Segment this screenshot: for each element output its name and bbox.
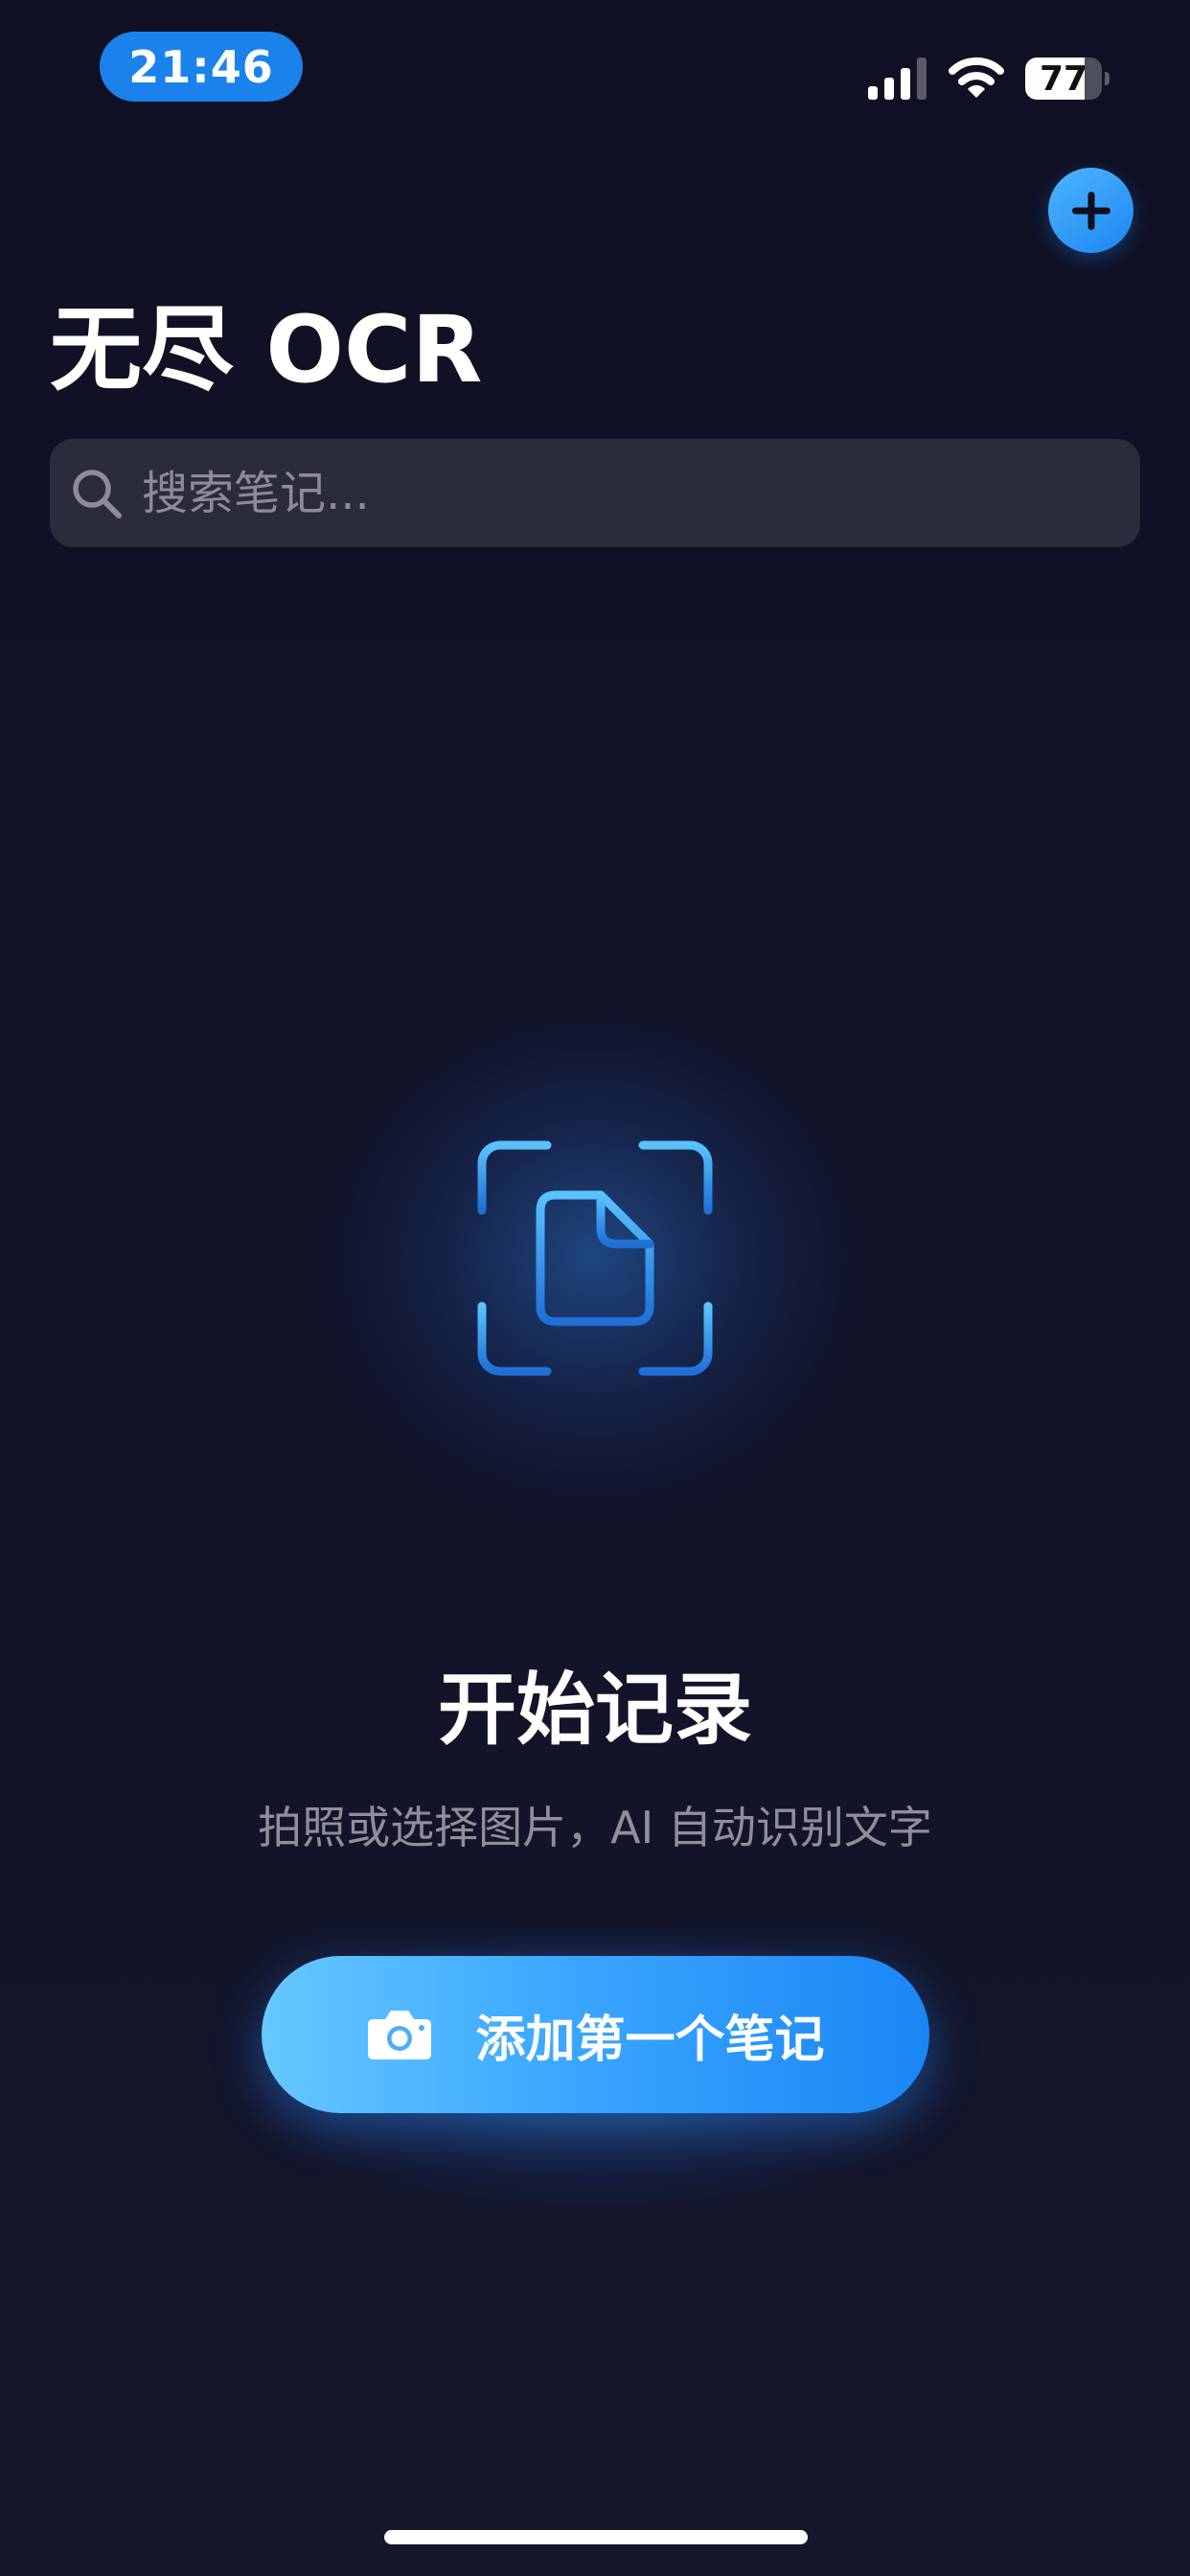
empty-state-title: 开始记录: [437, 1665, 752, 1756]
plus-icon: [1071, 191, 1110, 230]
home-indicator[interactable]: [384, 2530, 808, 2544]
camera-icon: [368, 2011, 432, 2059]
empty-state-subtitle: 拍照或选择图片，AI 自动识别文字: [258, 1802, 932, 1853]
app-screen: 21:46 77 无尽 OCR 搜索笔记... 开始记录 拍照或选择图片，AI …: [0, 0, 1190, 2576]
add-first-note-label: 添加第一个笔记: [475, 2011, 825, 2069]
add-first-note-button[interactable]: 添加第一个笔记: [262, 1956, 929, 2113]
wifi-icon: [949, 57, 1004, 98]
battery-level-text: 77: [1039, 58, 1088, 99]
cellular-signal-icon: [868, 58, 927, 100]
battery-cap: [1105, 72, 1110, 85]
page-title: 无尽 OCR: [50, 296, 483, 403]
battery-body: 77: [1025, 58, 1102, 100]
search-icon: [73, 470, 122, 518]
search-input[interactable]: [142, 439, 1119, 547]
battery-indicator: 77: [1025, 58, 1110, 100]
add-note-button[interactable]: [1048, 168, 1133, 253]
status-time: 21:46: [100, 32, 303, 102]
document-scan-icon: [477, 1140, 713, 1376]
search-bar[interactable]: [50, 439, 1140, 547]
